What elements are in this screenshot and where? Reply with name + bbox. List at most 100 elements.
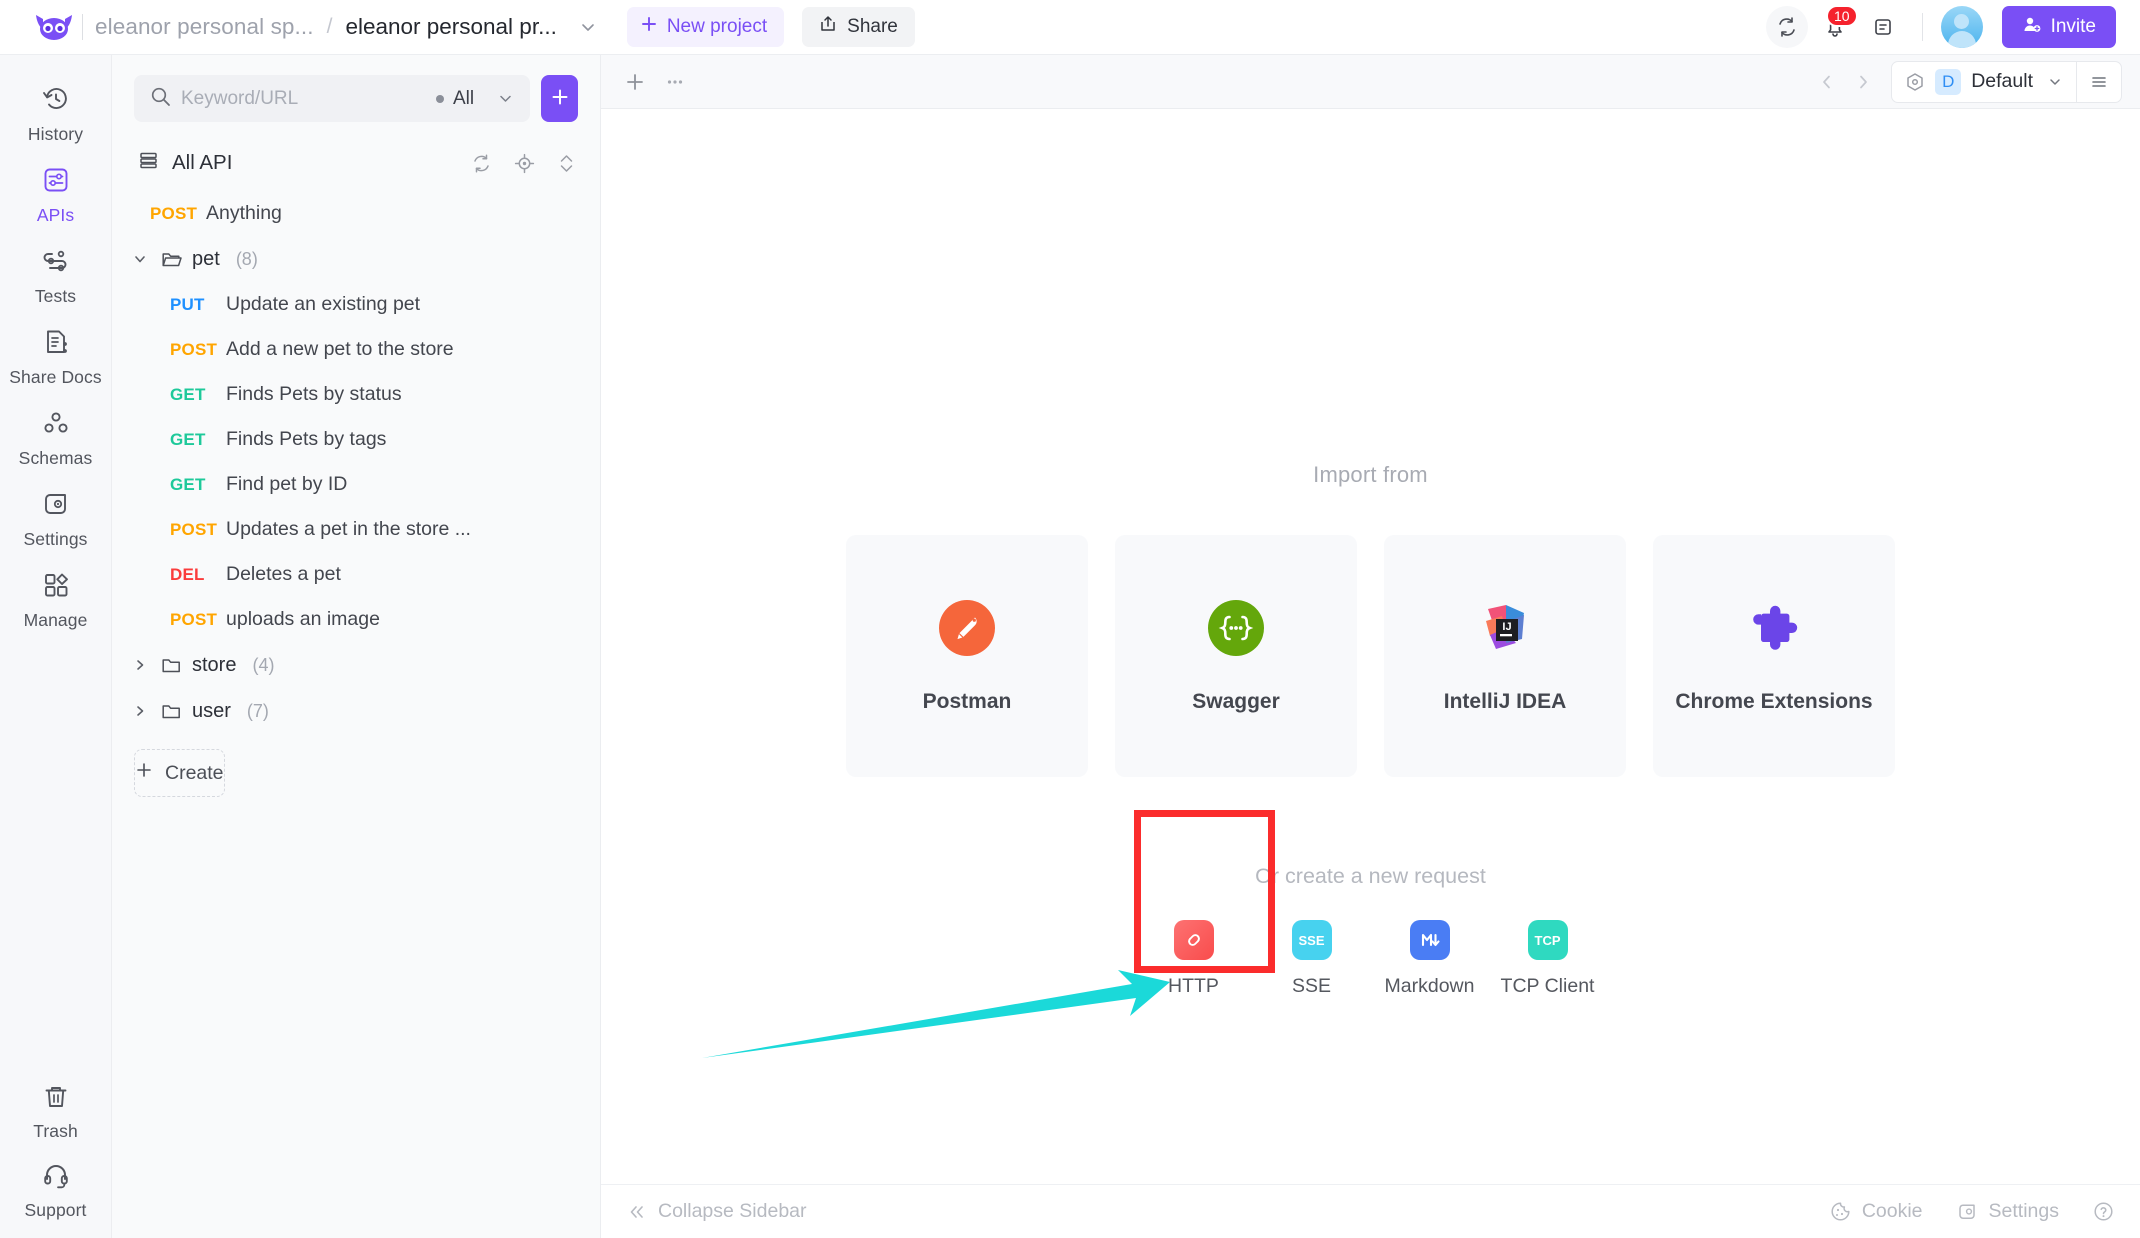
folder-count: (8)	[235, 248, 258, 269]
hamburger-icon[interactable]	[2077, 62, 2121, 102]
invite-label: Invite	[2050, 16, 2096, 37]
double-chevron-left-icon	[627, 1202, 647, 1222]
rail-item-history[interactable]: History	[0, 73, 111, 154]
sidebar-search-row: All	[112, 55, 600, 122]
folder-row-pet[interactable]: pet (8)	[112, 236, 600, 282]
api-name: Finds Pets by tags	[226, 428, 387, 450]
breadcrumb-workspace[interactable]: eleanor personal sp...	[95, 14, 314, 40]
sse-icon: SSE	[1291, 920, 1332, 960]
notification-bell[interactable]: 10	[1814, 5, 1858, 48]
environment-name: Default	[1971, 70, 2033, 92]
list-item[interactable]: POST uploads an image	[112, 597, 600, 642]
main-footer: Collapse Sidebar Cookie Settings	[601, 1184, 2140, 1238]
chevron-right-icon	[129, 703, 151, 719]
request-type-sse[interactable]: SSE SSE	[1253, 912, 1371, 998]
import-sources-grid: Postman Swagger IJ IntelliJ IDEA Chrome …	[846, 535, 1895, 777]
api-name: Updates a pet in the store ...	[226, 518, 471, 540]
create-button[interactable]: Create	[134, 749, 225, 797]
rail-label-settings: Settings	[23, 529, 88, 549]
import-from-title: Import from	[1313, 462, 1428, 487]
search-filter-dropdown[interactable]: All	[436, 88, 514, 110]
list-item[interactable]: POST Add a new pet to the store	[112, 327, 600, 372]
api-name: Anything	[206, 202, 282, 224]
app-header: eleanor personal sp... / eleanor persona…	[0, 0, 2140, 55]
import-label-swagger: Swagger	[1192, 689, 1280, 713]
rail-item-share-docs[interactable]: Share Docs	[0, 316, 111, 397]
import-card-chrome-extensions[interactable]: Chrome Extensions	[1653, 535, 1895, 777]
chevron-right-icon	[129, 657, 151, 673]
settings-button[interactable]: Settings	[1957, 1200, 2059, 1223]
request-type-http[interactable]: HTTP	[1135, 912, 1253, 998]
rail-item-tests[interactable]: Tests	[0, 235, 111, 316]
search-box[interactable]: All	[134, 75, 531, 122]
more-options-button[interactable]	[655, 62, 695, 102]
request-label-http: HTTP	[1168, 975, 1219, 997]
import-card-intellij-idea[interactable]: IJ IntelliJ IDEA	[1384, 535, 1626, 777]
rail-item-support[interactable]: Support	[0, 1151, 111, 1230]
folder-row-store[interactable]: store (4)	[112, 642, 600, 688]
plus-icon	[640, 15, 658, 39]
request-type-markdown[interactable]: Markdown	[1371, 912, 1489, 998]
footer-right-group: Cookie Settings	[1830, 1200, 2114, 1223]
add-tab-button[interactable]	[615, 62, 655, 102]
rail-item-schemas[interactable]: Schemas	[0, 397, 111, 478]
sort-icon[interactable]	[557, 153, 576, 174]
collapse-sidebar-button[interactable]: Collapse Sidebar	[627, 1200, 807, 1223]
cookie-label: Cookie	[1861, 1200, 1923, 1222]
swagger-icon	[1207, 599, 1265, 662]
cookie-button[interactable]: Cookie	[1830, 1200, 1923, 1223]
api-name: Finds Pets by status	[226, 383, 402, 405]
header-actions-divider	[1921, 13, 1923, 41]
api-method: GET	[170, 474, 206, 494]
avatar[interactable]	[1940, 6, 1983, 48]
api-name: Deletes a pet	[226, 563, 341, 585]
search-input[interactable]	[181, 87, 426, 110]
rail-item-trash[interactable]: Trash	[0, 1072, 111, 1151]
notes-icon[interactable]	[1862, 6, 1904, 48]
trash-icon	[42, 1083, 70, 1116]
list-item[interactable]: POST Anything	[112, 191, 600, 236]
sync-icon[interactable]	[1765, 6, 1808, 48]
folder-row-user[interactable]: user (7)	[112, 688, 600, 734]
list-item[interactable]: POST Updates a pet in the store ...	[112, 507, 600, 552]
list-item[interactable]: GET Finds Pets by tags	[112, 417, 600, 462]
folder-icon	[161, 701, 182, 722]
chrome-extensions-icon	[1745, 599, 1803, 662]
refresh-icon[interactable]	[471, 153, 492, 174]
list-item[interactable]: GET Finds Pets by status	[112, 372, 600, 417]
new-project-button[interactable]: New project	[626, 7, 785, 47]
list-item[interactable]: PUT Update an existing pet	[112, 282, 600, 327]
environment-dropdown[interactable]: D Default	[1892, 62, 2076, 102]
import-card-swagger[interactable]: Swagger	[1115, 535, 1357, 777]
request-label-tcp-client: TCP Client	[1500, 975, 1595, 997]
help-icon[interactable]	[2093, 1201, 2114, 1222]
import-card-postman[interactable]: Postman	[846, 535, 1088, 777]
share-icon	[819, 15, 837, 39]
list-item[interactable]: DEL Deletes a pet	[112, 552, 600, 597]
import-label-chrome-extensions: Chrome Extensions	[1675, 689, 1873, 713]
owl-logo-icon[interactable]	[34, 7, 74, 47]
all-api-header[interactable]: All API	[112, 139, 600, 187]
new-project-label: New project	[666, 16, 768, 37]
share-button[interactable]: Share	[802, 7, 915, 47]
folder-icon	[161, 655, 182, 676]
request-type-tcp-client[interactable]: TCP TCP Client	[1489, 912, 1607, 998]
rail-item-manage[interactable]: Manage	[0, 559, 111, 640]
chevron-left-icon[interactable]	[1809, 64, 1845, 100]
chevron-right-icon[interactable]	[1845, 64, 1881, 100]
api-tree: POST Anything pet (8) PUT Update an exis…	[112, 187, 600, 734]
rail-item-settings[interactable]: Settings	[0, 478, 111, 559]
search-icon	[150, 86, 171, 112]
locate-icon[interactable]	[514, 153, 535, 174]
breadcrumb-project[interactable]: eleanor personal pr...	[345, 14, 556, 40]
list-item[interactable]: GET Find pet by ID	[112, 462, 600, 507]
chevron-down-icon[interactable]	[579, 18, 597, 36]
intellij-idea-icon: IJ	[1476, 599, 1534, 662]
share-docs-icon	[41, 327, 71, 362]
rail-item-apis[interactable]: APIs	[0, 154, 111, 235]
settings-label: Settings	[1988, 1200, 2059, 1222]
invite-button[interactable]: Invite	[2001, 6, 2116, 48]
postman-icon	[938, 599, 996, 662]
api-method: POST	[170, 339, 218, 359]
add-api-button[interactable]	[541, 75, 578, 122]
